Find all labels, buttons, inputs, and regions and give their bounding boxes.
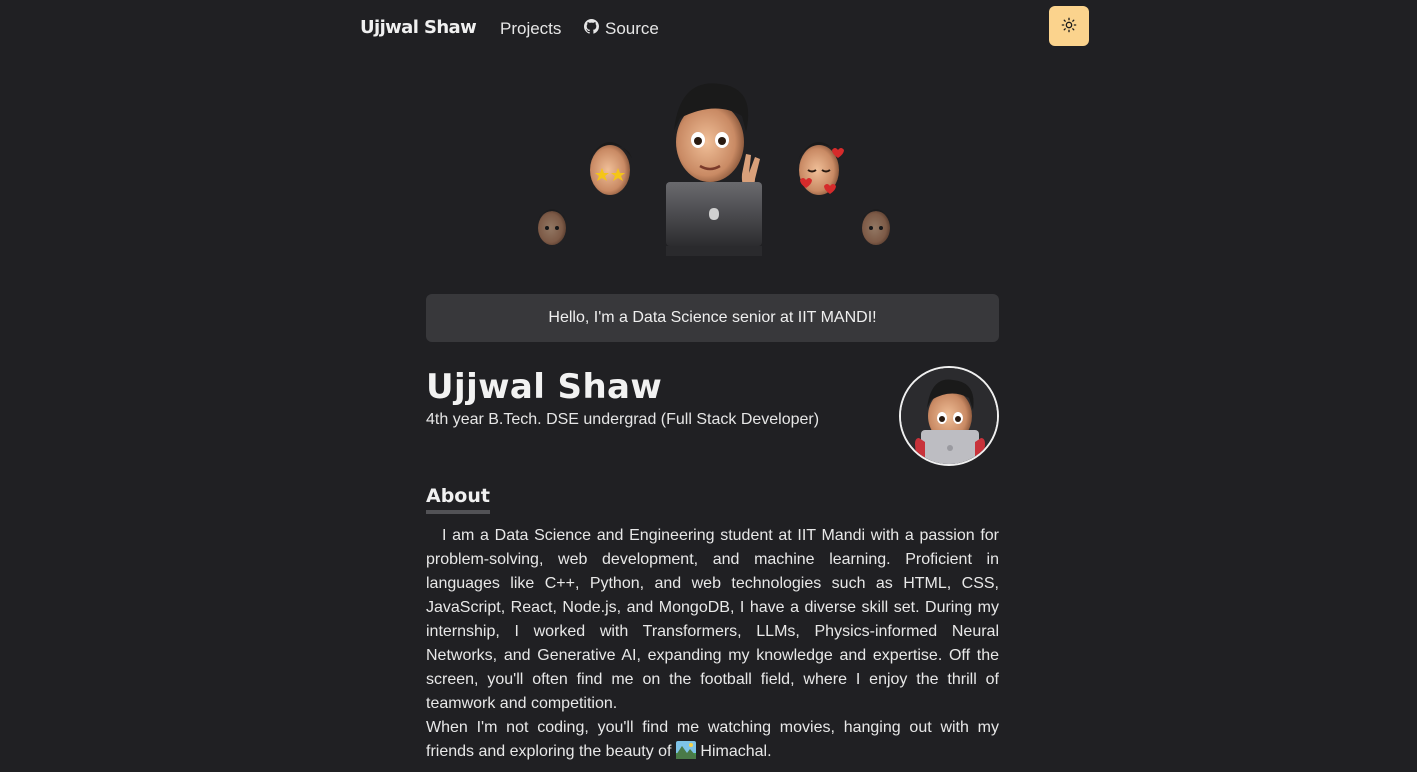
memoji-far-right — [862, 209, 890, 245]
avatar-memoji-image — [901, 368, 997, 464]
theme-toggle-button[interactable] — [1049, 6, 1089, 46]
about-paragraph: When I'm not coding, you'll find me watc… — [426, 716, 999, 764]
navbar: Ujjwal Shaw Projects Source — [0, 0, 1417, 58]
mountain-landscape-icon — [675, 741, 696, 759]
about-section: I am a Data Science and Engineering stud… — [426, 524, 999, 764]
memoji-hearts — [798, 141, 844, 195]
memoji-group-illustration — [538, 83, 890, 256]
profile-name: Ujjwal Shaw — [426, 367, 663, 407]
greeting-banner: Hello, I'm a Data Science senior at IIT … — [426, 294, 999, 342]
github-icon — [584, 19, 599, 39]
memoji-far-left — [538, 209, 566, 245]
about-paragraph: I am a Data Science and Engineering stud… — [426, 527, 999, 712]
hero-illustration — [520, 70, 910, 270]
nav-link-label: Source — [605, 19, 659, 38]
memoji-center-laptop — [666, 83, 762, 256]
nav-link-projects[interactable]: Projects — [500, 19, 561, 39]
about-paragraph-text: Himachal. — [695, 743, 772, 760]
brand-logo[interactable]: Ujjwal Shaw — [360, 17, 477, 38]
nav-link-source[interactable]: Source — [584, 19, 659, 39]
memoji-star-eyes — [589, 141, 632, 195]
about-heading: About — [426, 484, 490, 514]
profile-subtitle: 4th year B.Tech. DSE undergrad (Full Sta… — [426, 411, 820, 428]
avatar — [899, 366, 999, 466]
sun-icon — [1061, 17, 1077, 36]
nav-link-label: Projects — [500, 19, 562, 38]
